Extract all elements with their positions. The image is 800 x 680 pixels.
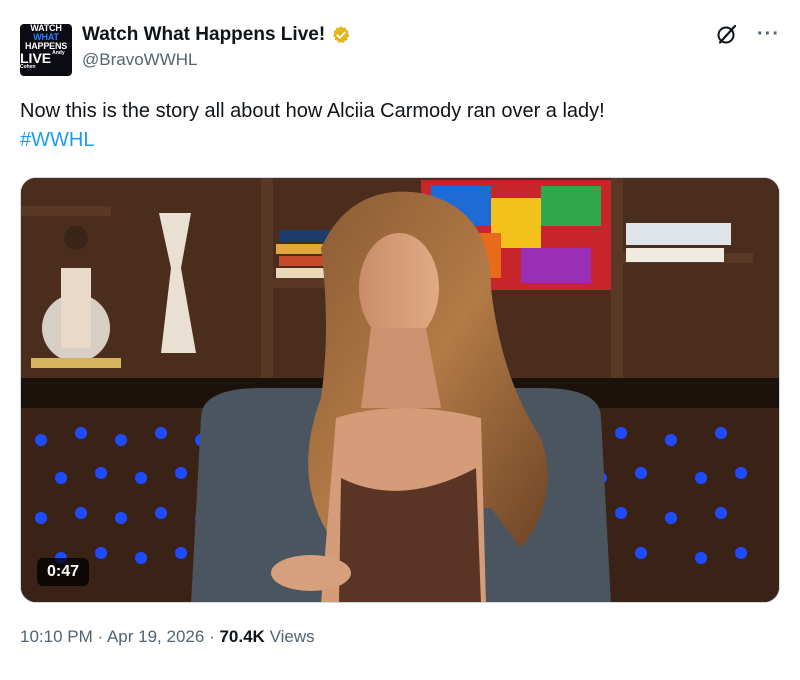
grok-icon[interactable] bbox=[715, 22, 739, 46]
avatar[interactable]: WATCH WHAT HAPPENS LIVEAndy Cohen bbox=[20, 24, 72, 76]
display-name[interactable]: Watch What Happens Live! bbox=[82, 24, 325, 46]
avatar-text-line-4: LIVEAndy Cohen bbox=[20, 49, 65, 70]
top-actions: ··· bbox=[715, 22, 780, 46]
tweet-text: Now this is the story all about how Alci… bbox=[20, 97, 780, 155]
account-handle[interactable]: @BravoWWHL bbox=[82, 50, 351, 70]
views-label: Views bbox=[269, 627, 315, 646]
tweet-meta: 10:10 PM · Apr 19, 2026 · 70.4K Views bbox=[20, 627, 315, 647]
display-name-row: Watch What Happens Live! bbox=[82, 24, 351, 46]
tweet-date[interactable]: Apr 19, 2026 bbox=[107, 627, 204, 646]
more-options-icon[interactable]: ··· bbox=[757, 24, 780, 44]
meta-separator: · bbox=[209, 627, 215, 646]
hashtag-link[interactable]: #WWHL bbox=[20, 126, 780, 155]
tweet-header: WATCH WHAT HAPPENS LIVEAndy Cohen Watch … bbox=[20, 22, 780, 82]
verified-badge-icon bbox=[333, 26, 350, 43]
video-frame bbox=[21, 178, 779, 602]
meta-separator: · bbox=[97, 627, 104, 646]
video-player[interactable]: 0:47 bbox=[20, 177, 780, 603]
account-names: Watch What Happens Live! @BravoWWHL bbox=[82, 24, 351, 70]
tweet-time[interactable]: 10:10 PM bbox=[20, 627, 93, 646]
video-duration: 0:47 bbox=[37, 558, 90, 586]
views-count: 70.4K bbox=[219, 627, 265, 646]
tweet-body: Now this is the story all about how Alci… bbox=[20, 100, 605, 122]
